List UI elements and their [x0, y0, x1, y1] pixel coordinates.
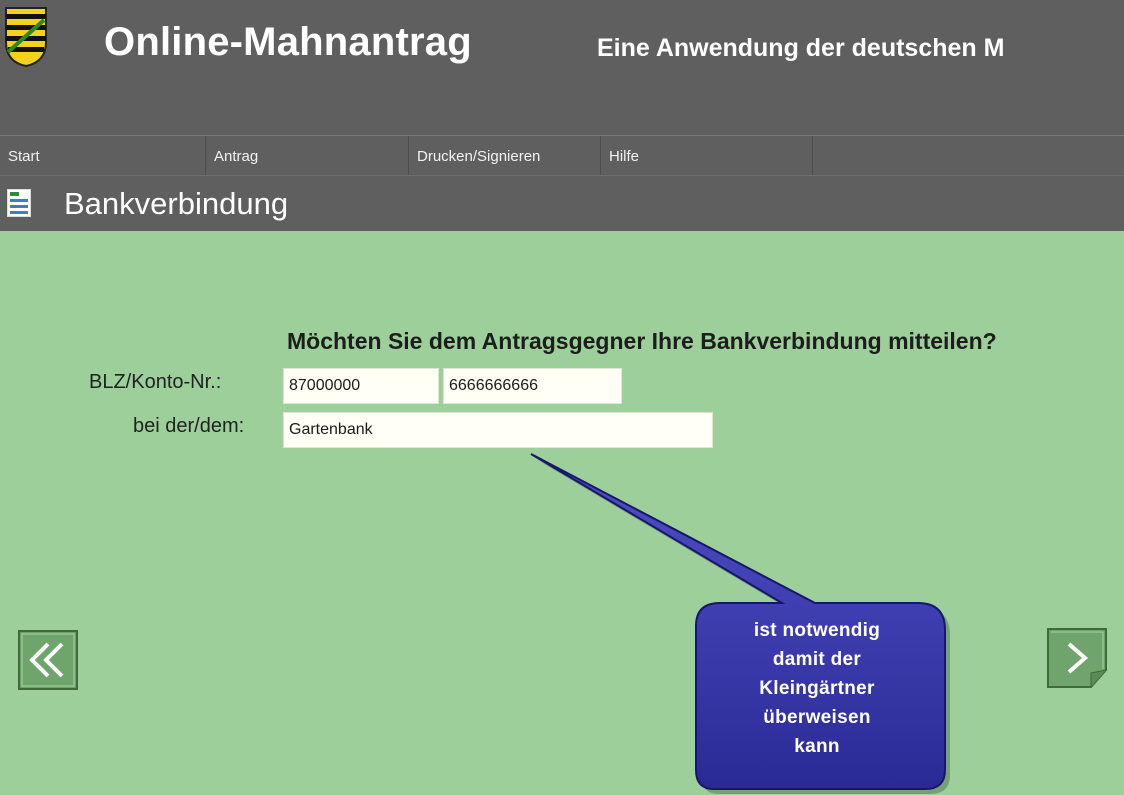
callout-line: kann: [794, 736, 840, 757]
main-nav: Start Antrag Drucken/Signieren Hilfe: [0, 135, 1124, 176]
app-header: Online-Mahnantrag Eine Anwendung der deu…: [0, 0, 1124, 135]
section-title: Bankverbindung: [64, 186, 289, 221]
nav-item-hilfe[interactable]: Hilfe: [601, 136, 813, 176]
bank-name-input[interactable]: [283, 412, 713, 448]
callout-text: ist notwendig damit der Kleingärtner übe…: [705, 616, 929, 761]
section-header: Bankverbindung: [0, 175, 1124, 231]
bank-question: Möchten Sie dem Antragsgegner Ihre Bankv…: [287, 328, 997, 354]
callout-line: überweisen: [763, 707, 871, 728]
content-area: Möchten Sie dem Antragsgegner Ihre Bankv…: [0, 231, 1124, 795]
app-subtitle: Eine Anwendung der deutschen M: [597, 34, 1005, 62]
nav-item-antrag[interactable]: Antrag: [206, 136, 409, 176]
callout-line: ist notwendig: [753, 620, 881, 641]
back-button[interactable]: [18, 630, 78, 690]
app-title: Online-Mahnantrag: [104, 20, 472, 64]
saxony-crest-icon: [5, 7, 47, 68]
konto-input[interactable]: [443, 368, 622, 404]
blz-konto-label: BLZ/Konto-Nr.:: [89, 371, 222, 393]
callout-line: Kleingärtner: [759, 678, 875, 699]
blz-input[interactable]: [283, 368, 439, 404]
bank-name-label: bei der/dem:: [133, 415, 245, 437]
form-document-icon: [7, 189, 31, 217]
nav-item-drucken-signieren[interactable]: Drucken/Signieren: [409, 136, 601, 176]
callout-line: damit der: [772, 649, 862, 670]
nav-item-start[interactable]: Start: [0, 136, 206, 176]
next-button[interactable]: [1047, 628, 1107, 688]
